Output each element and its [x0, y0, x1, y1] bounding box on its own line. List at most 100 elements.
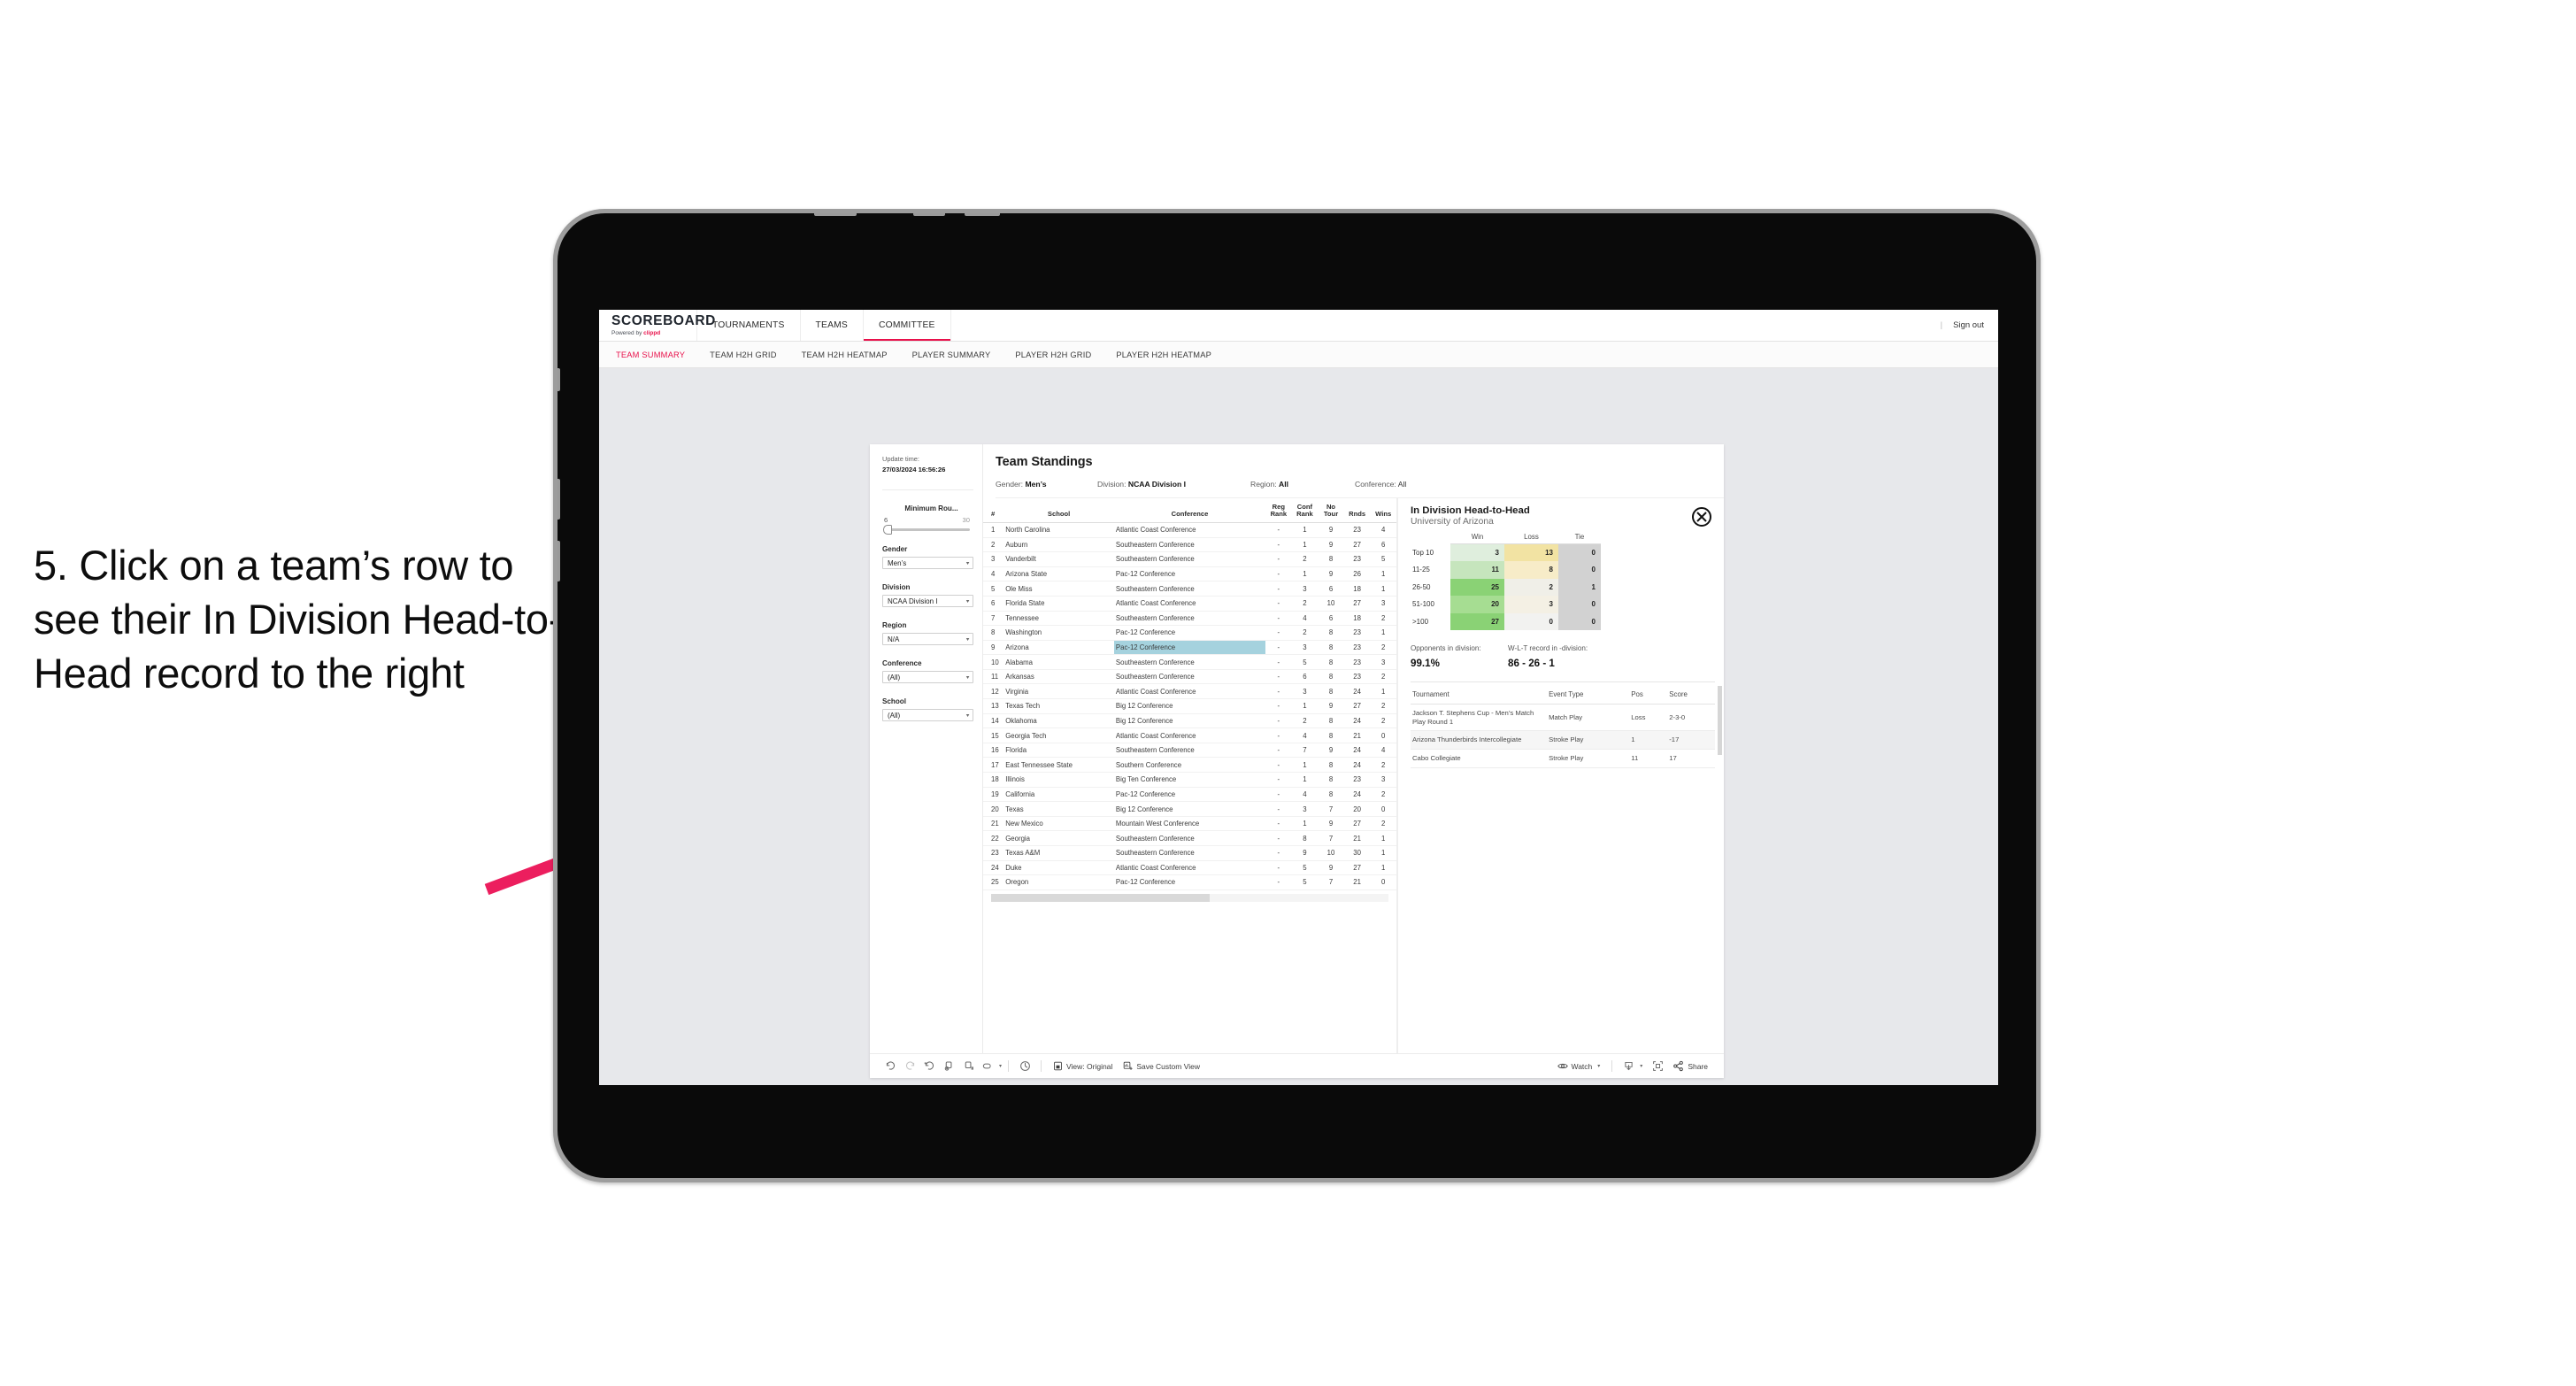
- table-row[interactable]: 10 Alabama Southeastern Conference -5 8 23 3: [983, 654, 1396, 670]
- top-nav-item-teams[interactable]: TEAMS: [801, 310, 865, 341]
- save-custom-view-button[interactable]: Save Custom View: [1118, 1061, 1205, 1071]
- table-row[interactable]: 15 Georgia Tech Atlantic Coast Conference -…: [983, 728, 1396, 743]
- tournament-row[interactable]: Cabo Collegiate Stroke Play 11 17: [1411, 749, 1715, 768]
- help-circle-icon[interactable]: [1015, 1059, 1034, 1074]
- table-row[interactable]: 25 Oregon Pac-12 Conference -5 7 21 0: [983, 874, 1396, 890]
- table-row[interactable]: 13 Texas Tech Big 12 Conference -1 9 27 2: [983, 698, 1396, 714]
- download-icon[interactable]: [1619, 1059, 1638, 1074]
- watch-button[interactable]: Watch ▾: [1552, 1061, 1606, 1071]
- sub-nav-item-player-h2h-grid[interactable]: PLAYER H2H GRID: [1015, 350, 1105, 359]
- sub-nav-item-team-h2h-grid[interactable]: TEAM H2H GRID: [710, 350, 790, 359]
- h2h-row: 11-25 11 8 0: [1411, 561, 1601, 579]
- cell-rnds: 23: [1343, 625, 1371, 641]
- sub-nav-item-team-h2h-heatmap[interactable]: TEAM H2H HEATMAP: [802, 350, 902, 359]
- col-score[interactable]: Score: [1667, 684, 1715, 705]
- table-row[interactable]: 17 East Tennessee State Southern Conferenc…: [983, 757, 1396, 774]
- table-row[interactable]: 9 Arizona Pac-12 Conference -3 8 23 2: [983, 640, 1396, 656]
- top-nav-item-tournaments[interactable]: TOURNAMENTS: [697, 310, 801, 341]
- sub-nav-item-team-summary[interactable]: TEAM SUMMARY: [616, 350, 699, 359]
- sub-nav-item-player-h2h-heatmap[interactable]: PLAYER H2H HEATMAP: [1116, 350, 1226, 359]
- tournament-row[interactable]: Arizona Thunderbirds Intercollegiate Stro…: [1411, 730, 1715, 750]
- refresh-data-icon[interactable]: [939, 1059, 958, 1074]
- table-row[interactable]: 21 New Mexico Mountain West Conference -1 9 2…: [983, 816, 1396, 832]
- table-row[interactable]: 2 Auburn Southeastern Conference -1 9 27 6: [983, 537, 1396, 553]
- min-rounds-label: Minimum Rou...: [904, 504, 958, 512]
- col-school[interactable]: School: [1003, 498, 1114, 523]
- table-row[interactable]: 22 Georgia Southeastern Conference -8 7 21 1: [983, 830, 1396, 846]
- cell-wins: 6: [1370, 537, 1396, 553]
- filter-conference-select[interactable]: (All) ▾: [882, 671, 973, 684]
- table-row[interactable]: 4 Arizona State Pac-12 Conference -1 9 26 1: [983, 566, 1396, 582]
- h2h-cell-loss: 0: [1503, 612, 1558, 630]
- cell-rank: 25: [983, 874, 1004, 890]
- col-event-type[interactable]: Event Type: [1547, 684, 1630, 705]
- view-original-button[interactable]: View: Original: [1048, 1061, 1118, 1071]
- table-row[interactable]: 19 California Pac-12 Conference -4 8 24 2: [983, 787, 1396, 803]
- col-wins[interactable]: Wins: [1370, 498, 1396, 523]
- device-layout-icon[interactable]: [978, 1059, 997, 1074]
- tournament-vertical-scrollbar[interactable]: [1718, 686, 1722, 755]
- chevron-down-icon[interactable]: ▾: [966, 598, 970, 604]
- undo-icon[interactable]: [880, 1059, 900, 1074]
- fullscreen-icon[interactable]: [1648, 1059, 1667, 1074]
- col-rank[interactable]: #: [983, 498, 1004, 523]
- tournament-row[interactable]: Jackson T. Stephens Cup - Men’s Match Pl…: [1411, 704, 1715, 732]
- table-row[interactable]: 3 Vanderbilt Southeastern Conference -2 8 23 5: [983, 551, 1396, 567]
- chevron-down-icon[interactable]: ▾: [966, 636, 970, 643]
- chevron-down-icon[interactable]: ▾: [966, 712, 970, 719]
- standings-horizontal-scrollbar[interactable]: [991, 893, 1388, 902]
- col-tournament[interactable]: Tournament: [1411, 684, 1548, 705]
- cell-conf-rank: 1: [1291, 772, 1319, 788]
- cell-school: Duke: [1003, 860, 1114, 876]
- min-rounds-slider-handle[interactable]: [883, 525, 892, 535]
- table-row[interactable]: 24 Duke Atlantic Coast Conference -5 9 27 1: [983, 860, 1396, 876]
- table-row[interactable]: 20 Texas Big 12 Conference -3 7 20 0: [983, 801, 1396, 817]
- col-pos[interactable]: Pos: [1629, 684, 1668, 705]
- filter-school-select[interactable]: (All) ▾: [882, 709, 973, 722]
- table-row[interactable]: 12 Virginia Atlantic Coast Conference -3 8 24…: [983, 683, 1396, 700]
- pause-updates-icon[interactable]: [958, 1059, 978, 1074]
- h2h-cell-win: 25: [1450, 578, 1504, 596]
- filter-division-select[interactable]: NCAA Division I ▾: [882, 595, 973, 608]
- sub-nav-item-player-summary[interactable]: PLAYER SUMMARY: [912, 350, 1005, 359]
- device-layout-caret-icon[interactable]: ▾: [999, 1063, 1002, 1069]
- table-row[interactable]: 18 Illinois Big Ten Conference -1 8 23 3: [983, 772, 1396, 788]
- min-rounds-slider[interactable]: [883, 525, 970, 535]
- col-conf-rank[interactable]: Conf Rank: [1291, 498, 1319, 523]
- table-row[interactable]: 11 Arkansas Southeastern Conference -6 8 23 2: [983, 669, 1396, 685]
- filter-region: Region N/A ▾: [882, 621, 973, 646]
- col-reg-rank[interactable]: Reg Rank: [1265, 498, 1292, 523]
- table-row[interactable]: 14 Oklahoma Big 12 Conference -2 8 24 2: [983, 713, 1396, 729]
- table-row[interactable]: 5 Ole Miss Southeastern Conference -3 6 18 1: [983, 581, 1396, 597]
- col-conference[interactable]: Conference: [1113, 498, 1266, 523]
- download-caret-icon[interactable]: ▾: [1640, 1063, 1642, 1069]
- close-circle-icon[interactable]: [1692, 507, 1711, 527]
- filter-region-select[interactable]: N/A ▾: [882, 633, 973, 646]
- filter-gender-select[interactable]: Men’s ▾: [882, 557, 973, 570]
- col-no-tour[interactable]: No Tour: [1318, 498, 1344, 523]
- cell-rank: 4: [983, 566, 1004, 582]
- brand-logo[interactable]: SCOREBOARD Powered by clippd: [599, 310, 715, 341]
- redo-icon[interactable]: [900, 1059, 919, 1074]
- cell-rnds: 20: [1343, 801, 1371, 817]
- watch-caret-icon[interactable]: ▾: [1597, 1063, 1600, 1069]
- col-rnds[interactable]: Rnds: [1343, 498, 1371, 523]
- chevron-down-icon[interactable]: ▾: [966, 560, 970, 566]
- cell-school: Virginia: [1003, 683, 1114, 700]
- revert-icon[interactable]: [919, 1059, 939, 1074]
- standings-head: # School Conference Reg Rank Conf Rank No T…: [983, 498, 1396, 523]
- table-row[interactable]: 23 Texas A&M Southeastern Conference -9 10 30…: [983, 845, 1396, 861]
- table-row[interactable]: 8 Washington Pac-12 Conference -2 8 23 1: [983, 625, 1396, 641]
- table-row[interactable]: 1 North Carolina Atlantic Coast Conference…: [983, 522, 1396, 538]
- h2h-cell-loss: 2: [1503, 578, 1558, 596]
- share-button[interactable]: Share: [1667, 1060, 1713, 1072]
- table-row[interactable]: 7 Tennessee Southeastern Conference -4 6 18 2: [983, 611, 1396, 627]
- top-nav-item-committee[interactable]: COMMITTEE: [864, 310, 951, 341]
- cell-rank: 19: [983, 787, 1004, 803]
- scrollbar-thumb[interactable]: [991, 893, 1210, 902]
- table-row[interactable]: 6 Florida State Atlantic Coast Conference -…: [983, 596, 1396, 612]
- chevron-down-icon[interactable]: ▾: [966, 674, 970, 681]
- sign-out-link[interactable]: Sign out: [1953, 320, 1984, 330]
- table-row[interactable]: 16 Florida Southeastern Conference -7 9 24 4: [983, 743, 1396, 758]
- cell-score: 2-3-0: [1667, 704, 1715, 732]
